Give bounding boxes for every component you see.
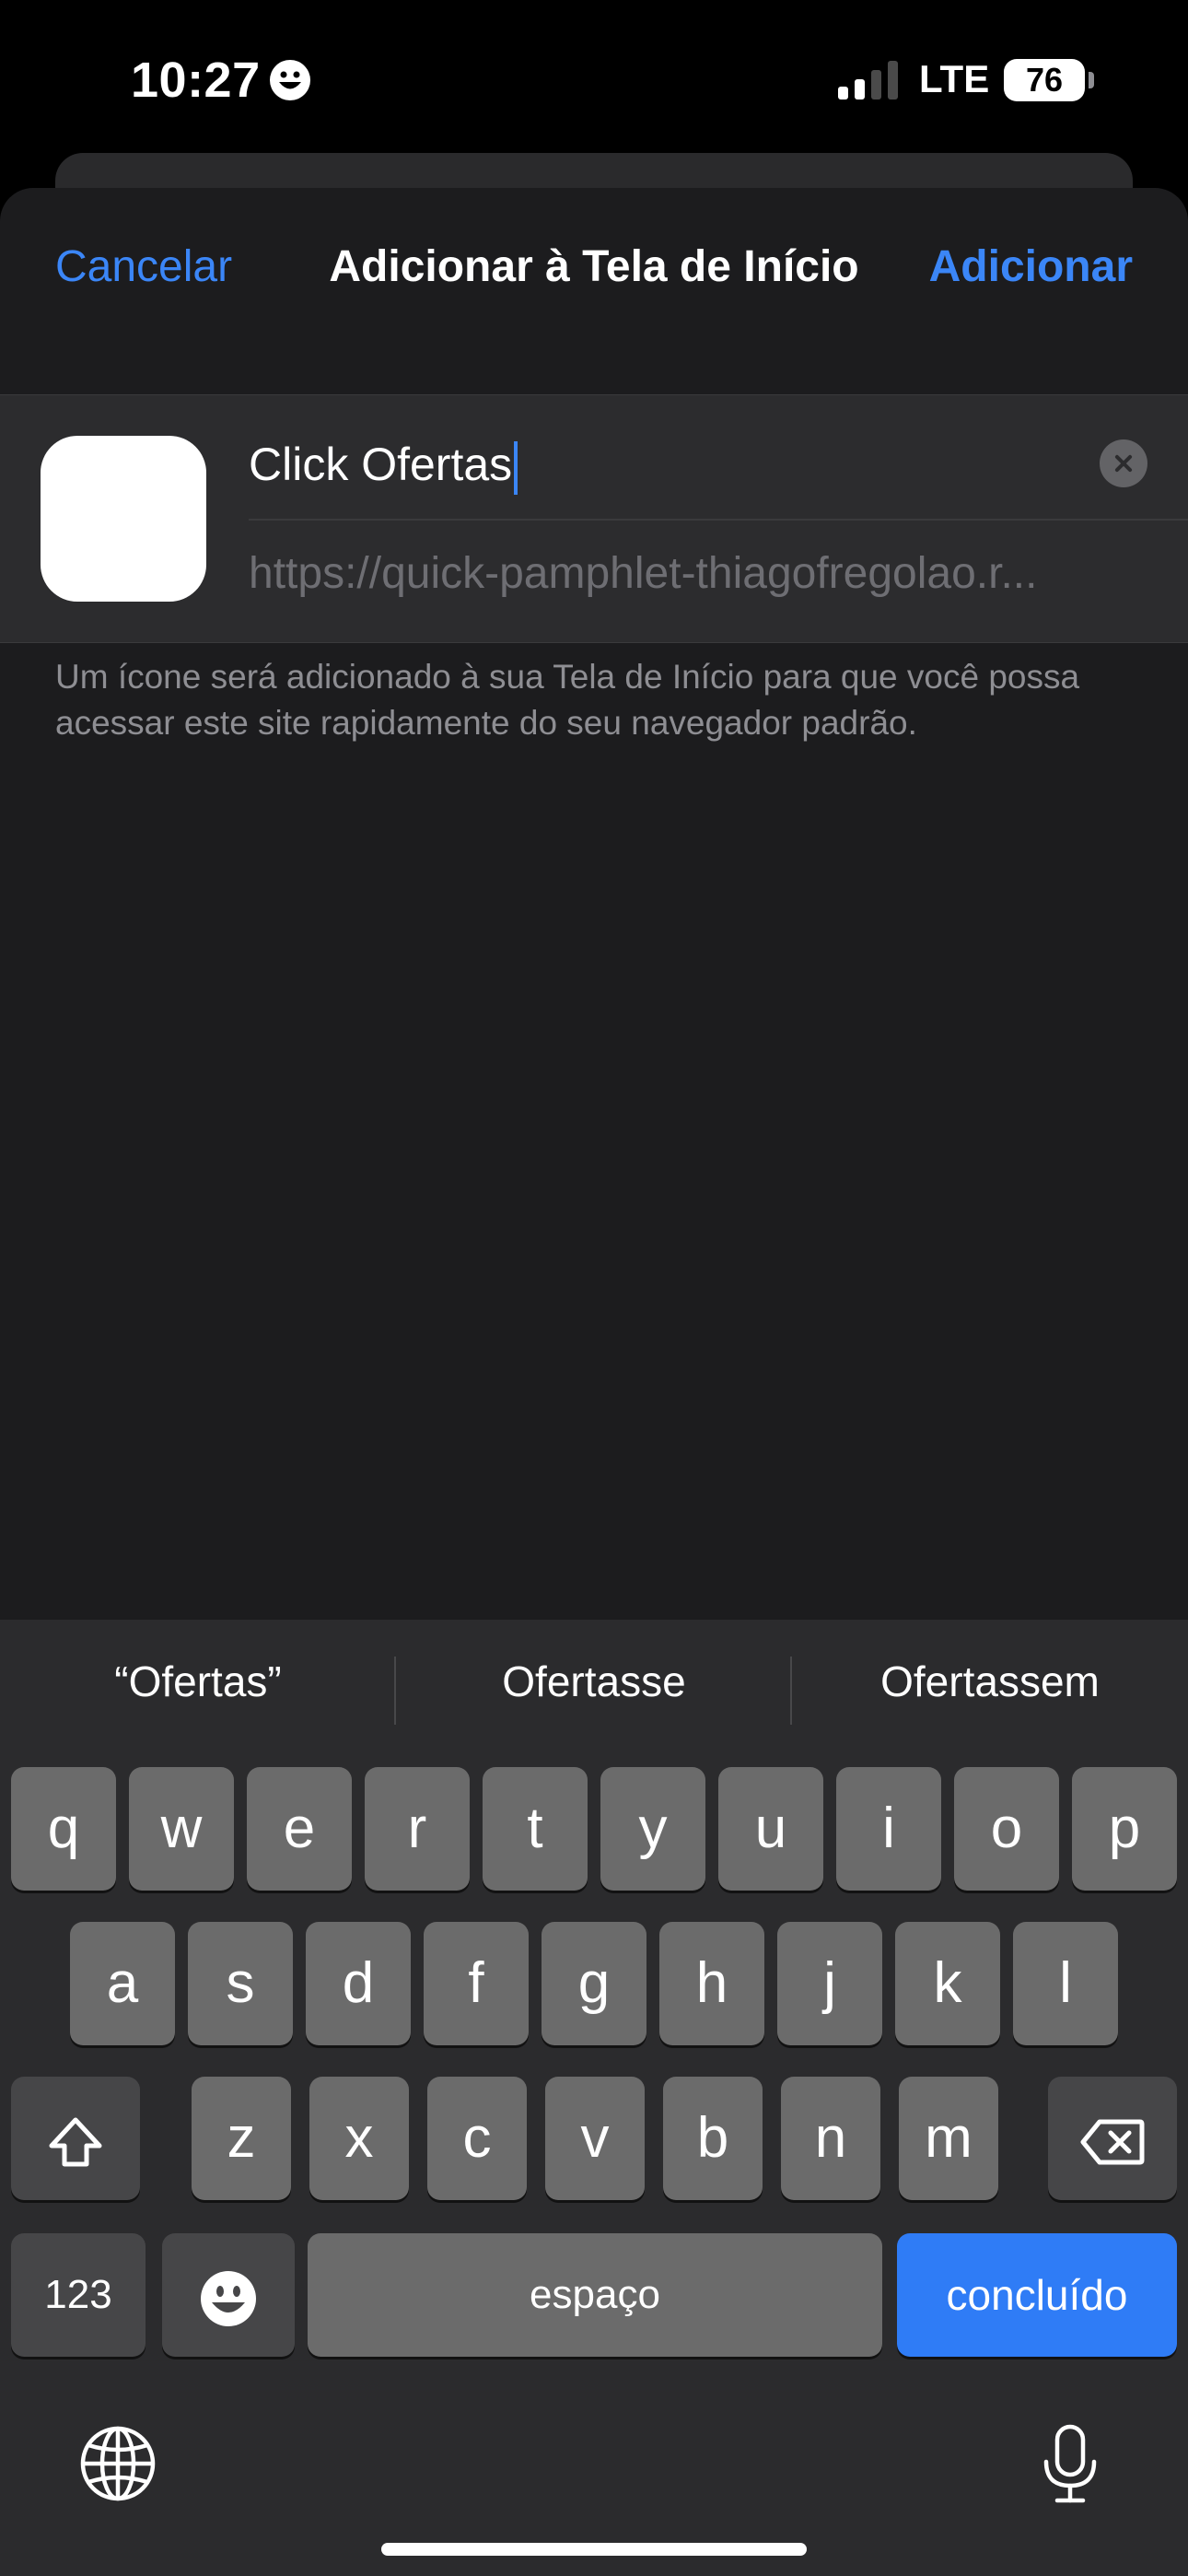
emoji-icon xyxy=(201,2270,256,2326)
space-key[interactable]: espaço xyxy=(308,2233,882,2357)
keyboard: “Ofertas” Ofertasse Ofertassem q w e r t… xyxy=(0,1620,1188,2576)
key-o[interactable]: o xyxy=(954,1767,1059,1891)
smiley-status-icon xyxy=(270,60,310,100)
key-t[interactable]: t xyxy=(483,1767,588,1891)
key-g[interactable]: g xyxy=(542,1922,646,2045)
battery-level: 76 xyxy=(1025,61,1064,99)
key-f[interactable]: f xyxy=(424,1922,529,2045)
key-s[interactable]: s xyxy=(188,1922,293,2045)
key-d[interactable]: d xyxy=(306,1922,411,2045)
key-b[interactable]: b xyxy=(663,2077,763,2200)
key-v[interactable]: v xyxy=(545,2077,645,2200)
numbers-key[interactable]: 123 xyxy=(11,2233,146,2357)
home-indicator[interactable] xyxy=(381,2543,807,2556)
cellular-signal-icon xyxy=(838,61,898,100)
add-button[interactable]: Adicionar xyxy=(929,241,1133,292)
done-key[interactable]: concluído xyxy=(897,2233,1177,2357)
key-r[interactable]: r xyxy=(365,1767,470,1891)
navigation-bar: Adicionar à Tela de Início Cancelar Adic… xyxy=(0,188,1188,391)
shift-key[interactable] xyxy=(11,2077,140,2200)
key-m[interactable]: m xyxy=(899,2077,998,2200)
key-y[interactable]: y xyxy=(600,1767,705,1891)
key-a[interactable]: a xyxy=(70,1922,175,2045)
predictive-bar: “Ofertas” Ofertasse Ofertassem xyxy=(0,1620,1188,1758)
key-e[interactable]: e xyxy=(247,1767,352,1891)
suggestion-1[interactable]: “Ofertas” xyxy=(5,1657,391,1706)
key-h[interactable]: h xyxy=(659,1922,764,2045)
suggestion-divider xyxy=(394,1657,396,1725)
battery-icon: 76 xyxy=(1004,59,1094,101)
key-j[interactable]: j xyxy=(777,1922,882,2045)
globe-icon[interactable] xyxy=(79,2425,157,2502)
name-input-value: Click Ofertas xyxy=(249,439,513,490)
microphone-icon[interactable] xyxy=(1041,2423,1100,2504)
key-w[interactable]: w xyxy=(129,1767,234,1891)
key-x[interactable]: x xyxy=(309,2077,409,2200)
bookmark-card: Click Ofertas https://quick-pamphlet-thi… xyxy=(0,394,1188,643)
network-type: LTE xyxy=(919,57,990,100)
suggestion-divider xyxy=(790,1657,792,1725)
shift-icon xyxy=(49,2117,102,2167)
description-text: Um ícone será adicionado à sua Tela de I… xyxy=(55,658,1080,742)
key-c[interactable]: c xyxy=(427,2077,527,2200)
status-bar: 10:27 LTE 76 xyxy=(0,0,1188,157)
suggestion-2[interactable]: Ofertasse xyxy=(401,1657,787,1706)
clear-text-icon[interactable] xyxy=(1100,439,1147,487)
key-n[interactable]: n xyxy=(781,2077,880,2200)
name-input[interactable]: Click Ofertas xyxy=(249,432,518,497)
delete-key[interactable] xyxy=(1048,2077,1177,2200)
url-field: https://quick-pamphlet-thiagofregolao.r.… xyxy=(249,549,1038,598)
key-q[interactable]: q xyxy=(11,1767,116,1891)
key-k[interactable]: k xyxy=(895,1922,1000,2045)
emoji-key[interactable] xyxy=(162,2233,295,2357)
key-i[interactable]: i xyxy=(836,1767,941,1891)
suggestion-3[interactable]: Ofertassem xyxy=(797,1657,1183,1706)
key-u[interactable]: u xyxy=(718,1767,823,1891)
key-l[interactable]: l xyxy=(1013,1922,1118,2045)
status-time: 10:27 xyxy=(131,53,261,108)
key-z[interactable]: z xyxy=(192,2077,291,2200)
divider xyxy=(249,519,1188,521)
web-app-icon xyxy=(41,436,206,602)
key-p[interactable]: p xyxy=(1072,1767,1177,1891)
cancel-button[interactable]: Cancelar xyxy=(55,241,232,292)
text-cursor xyxy=(514,440,518,495)
backspace-icon xyxy=(1080,2119,1145,2165)
